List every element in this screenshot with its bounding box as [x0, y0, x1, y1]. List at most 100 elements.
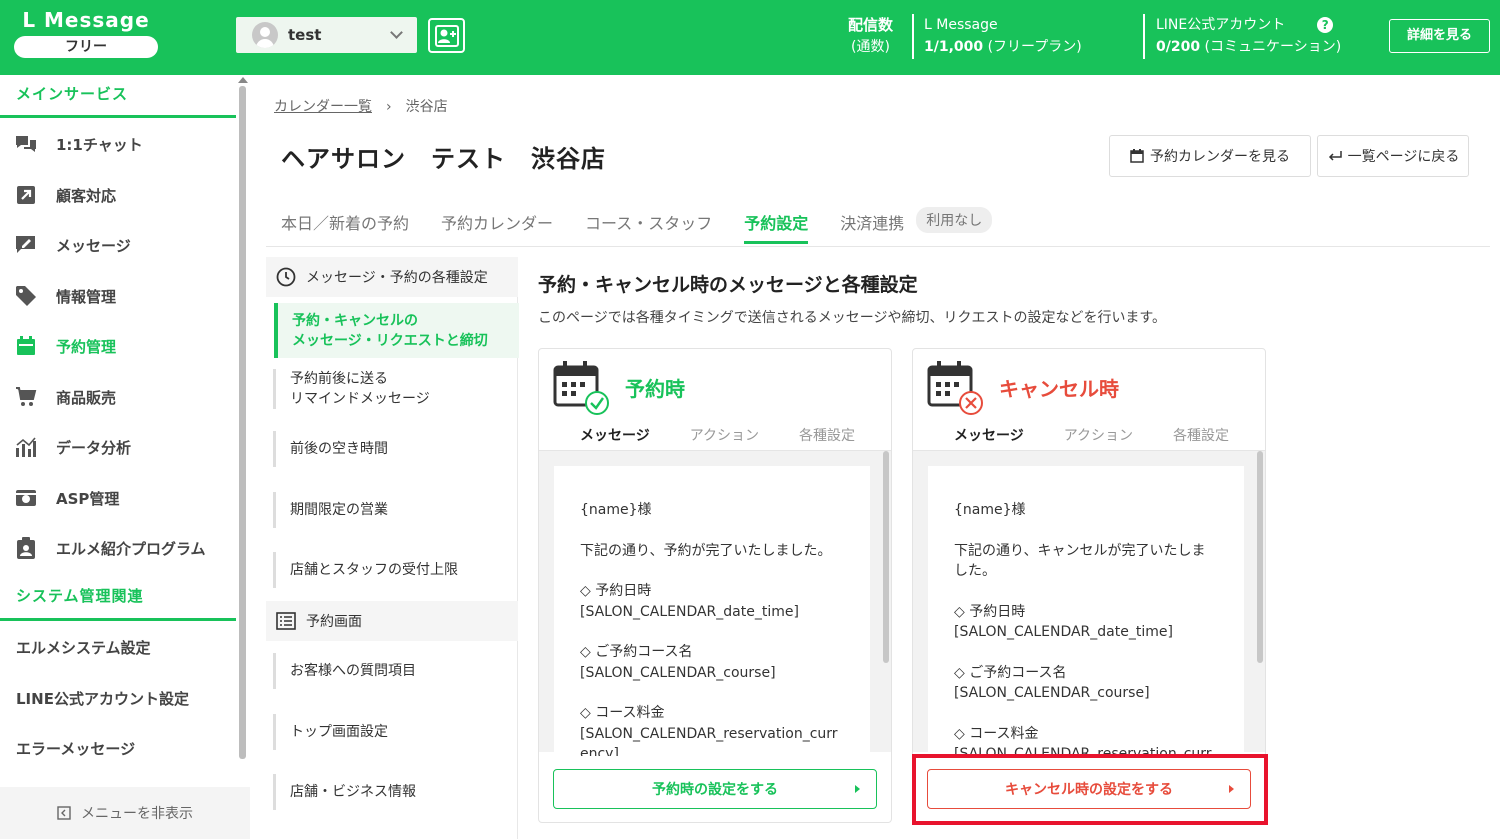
sidebar-item-chat[interactable]: 1:1チャット — [0, 119, 236, 169]
asp-icon — [14, 487, 38, 509]
settings-subnav: メッセージ・予約の各種設定 予約・キャンセルの メッセージ・リクエストと締切 予約… — [266, 257, 519, 839]
logo[interactable]: L Message フリー — [14, 8, 158, 58]
calendar-icon — [1130, 149, 1144, 163]
lmessage-usage: L Message 1/1,000 (フリープラン) — [924, 17, 1082, 55]
sidebar-item-reservation[interactable]: 予約管理 — [0, 321, 236, 371]
chevron-right-icon: › — [386, 99, 392, 115]
sidebar-item-asp[interactable]: ASP管理 — [0, 473, 236, 523]
avatar — [252, 22, 278, 48]
sidebar-item-label: データ分析 — [56, 438, 132, 457]
section-title: 予約・キャンセル時のメッセージと各種設定 — [538, 274, 918, 296]
tab-today[interactable]: 本日／新着の予約 — [281, 210, 409, 241]
section-divider — [0, 115, 236, 118]
sidebar-item-system-settings[interactable]: エルメシステム設定 — [16, 637, 151, 658]
breadcrumb-current: 渋谷店 — [405, 99, 448, 115]
subnav-item-store-info[interactable]: 店舗・ビジネス情報 — [273, 774, 518, 810]
message-preview-area: {name}様 下記の通り、キャンセルが完了いたしました。 ◇ 予約日時 [SAL… — [913, 450, 1265, 756]
sidebar-item-info[interactable]: 情報管理 — [0, 271, 236, 321]
sidebar-item-label: ASP管理 — [56, 489, 120, 508]
cart-icon — [14, 386, 38, 408]
sidebar-item-message[interactable]: メッセージ — [0, 220, 236, 270]
reserve-card: 予約時 メッセージ アクション 各種設定 {name}様 下記の通り、予約が完了… — [538, 348, 892, 823]
sidebar-scrollbar[interactable] — [239, 86, 246, 759]
section-description: このページでは各種タイミングで送信されるメッセージや締切、リクエストの設定などを… — [538, 310, 1167, 326]
subnav-item-gap-time[interactable]: 前後の空き時間 — [273, 431, 518, 467]
tab-reservation-settings[interactable]: 予約設定 — [744, 210, 809, 244]
help-icon[interactable]: ? — [1317, 17, 1334, 33]
sidebar-item-label: 情報管理 — [56, 287, 117, 306]
tab-course-staff[interactable]: コース・スタッフ — [585, 210, 712, 241]
breadcrumb: カレンダー一覧 › 渋谷店 — [274, 96, 448, 116]
add-user-button[interactable] — [428, 18, 465, 53]
tab-payment[interactable]: 決済連携 — [840, 210, 904, 241]
divider — [1143, 14, 1145, 59]
divider — [912, 14, 914, 59]
sidebar-item-referral[interactable]: エルメ紹介プログラム — [0, 523, 236, 573]
top-header: L Message フリー test 配信数 (通数) L Message 1/… — [0, 0, 1500, 75]
cancel-card: キャンセル時 メッセージ アクション 各種設定 {name}様 下記の通り、キャ… — [912, 348, 1266, 823]
clipboard-user-icon — [14, 537, 38, 559]
tab-bar: 本日／新着の予約 予約カレンダー コース・スタッフ 予約設定 決済連携 利用なし — [281, 207, 993, 244]
tab-calendar[interactable]: 予約カレンダー — [441, 210, 553, 241]
caret-right-icon — [855, 785, 860, 793]
sidebar-item-label: 商品販売 — [56, 388, 117, 407]
sidebar: メインサービス 1:1チャット 顧客対応 メッセージ 情報管理 予約管理 商品販… — [0, 75, 236, 839]
breadcrumb-parent[interactable]: カレンダー一覧 — [274, 99, 372, 115]
hide-menu-button[interactable]: メニューを非表示 — [0, 787, 250, 839]
main-service-heading: メインサービス — [16, 85, 129, 103]
chevron-down-icon — [390, 26, 403, 39]
tag-icon — [14, 285, 38, 307]
reserve-settings-button[interactable]: 予約時の設定をする — [553, 769, 877, 809]
card-title: 予約時 — [625, 377, 685, 401]
page-title: ヘアサロン テスト 渋谷店 — [281, 145, 606, 173]
subnav-item-reminder[interactable]: 予約前後に送る リマインドメッセージ — [273, 369, 518, 409]
logo-title: L Message — [22, 8, 150, 32]
calendar-icon — [14, 335, 38, 357]
sidebar-item-label: メッセージ — [56, 236, 131, 255]
plan-badge: フリー — [14, 36, 158, 58]
message-preview: {name}様 下記の通り、予約が完了いたしました。 ◇ 予約日時 [SALON_… — [554, 466, 870, 756]
system-section-heading: システム管理関連 — [16, 587, 144, 605]
subnav-item-capacity[interactable]: 店舗とスタッフの受付上限 — [273, 552, 518, 588]
subnav-item-reserve-cancel[interactable]: 予約・キャンセルの メッセージ・リクエストと締切 — [274, 303, 519, 358]
back-to-list-button[interactable]: 一覧ページに戻る — [1317, 135, 1469, 177]
preview-scrollbar[interactable] — [883, 451, 889, 663]
tab-divider — [266, 246, 1490, 247]
subnav-item-top-screen[interactable]: トップ画面設定 — [273, 714, 518, 750]
subnav-item-questions[interactable]: お客様への質問項目 — [273, 653, 518, 689]
delivery-count-label: 配信数 (通数) — [848, 16, 894, 55]
highlight-frame — [912, 754, 1268, 825]
sidebar-item-analytics[interactable]: データ分析 — [0, 422, 236, 472]
sidebar-item-error-messages[interactable]: エラーメッセージ — [16, 738, 135, 759]
account-name: test — [288, 26, 322, 44]
sidebar-item-customer[interactable]: 顧客対応 — [0, 170, 236, 220]
sidebar-item-label: エルメ紹介プログラム — [56, 539, 206, 558]
card-title: キャンセル時 — [999, 377, 1119, 401]
details-button[interactable]: 詳細を見る — [1389, 19, 1490, 53]
status-badge: 利用なし — [916, 207, 993, 233]
subnav-heading-screen: 予約画面 — [266, 601, 518, 641]
view-calendar-button[interactable]: 予約カレンダーを見る — [1109, 135, 1311, 177]
scroll-up-arrow[interactable] — [238, 77, 248, 83]
list-icon — [276, 611, 296, 631]
preview-scrollbar[interactable] — [1257, 451, 1263, 663]
line-account-usage: LINE公式アカウント? 0/200 (コミュニケーション) — [1156, 17, 1342, 55]
collapse-icon — [57, 806, 71, 820]
account-select[interactable]: test — [236, 17, 417, 53]
subnav-item-limited[interactable]: 期間限定の営業 — [273, 492, 518, 528]
add-user-icon — [434, 24, 459, 47]
sidebar-item-label: 顧客対応 — [56, 186, 117, 205]
message-preview: {name}様 下記の通り、キャンセルが完了いたしました。 ◇ 予約日時 [SAL… — [928, 466, 1244, 756]
arrow-box-icon — [14, 184, 38, 206]
sidebar-item-sales[interactable]: 商品販売 — [0, 372, 236, 422]
subnav-heading-message: メッセージ・予約の各種設定 — [266, 257, 518, 297]
clock-icon — [276, 267, 296, 287]
chat-icon — [14, 133, 38, 155]
sidebar-item-line-settings[interactable]: LINE公式アカウント設定 — [16, 688, 189, 709]
return-icon — [1328, 151, 1342, 161]
calendar-check-icon — [553, 361, 609, 415]
message-preview-area: {name}様 下記の通り、予約が完了いたしました。 ◇ 予約日時 [SALON_… — [539, 450, 891, 756]
calendar-x-icon — [927, 361, 983, 415]
chart-icon — [14, 436, 38, 458]
sidebar-item-label: 1:1チャット — [56, 135, 143, 154]
